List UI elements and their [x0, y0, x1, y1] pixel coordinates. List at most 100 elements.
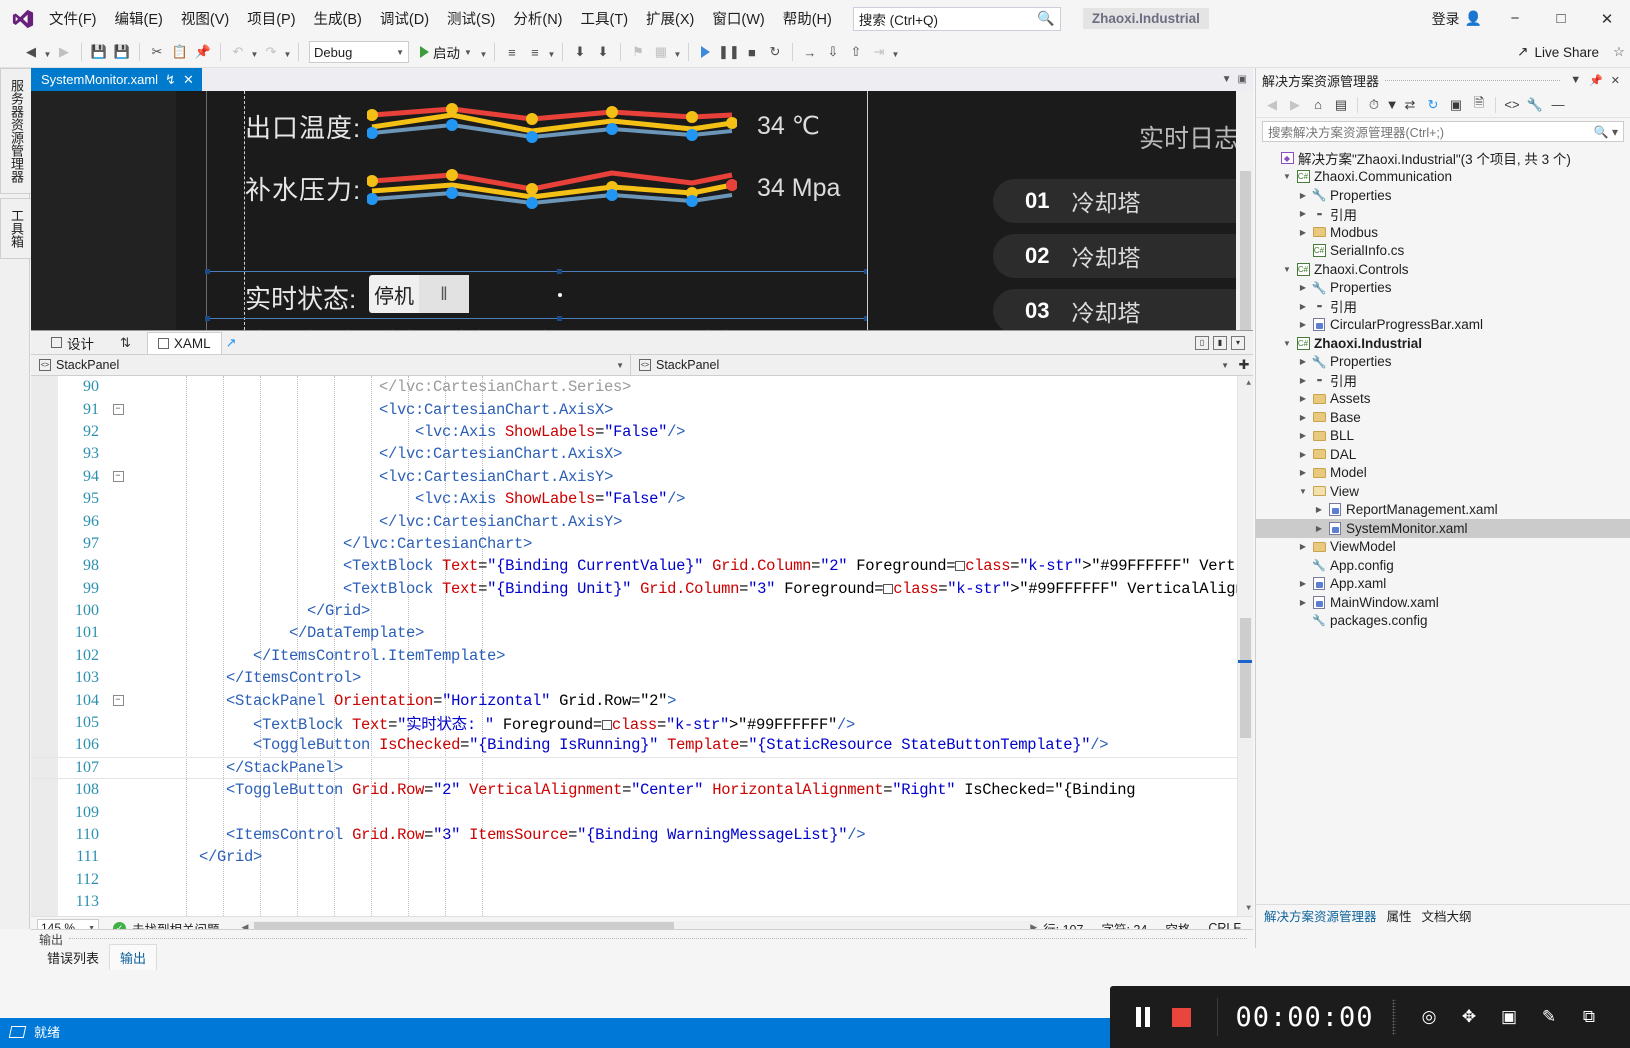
fold-toggle[interactable]: −: [109, 471, 127, 483]
menu-edit[interactable]: 编辑(E): [106, 4, 172, 33]
tree-node[interactable]: ▶ 🔧 Properties: [1256, 186, 1630, 205]
view-code-icon[interactable]: <>: [1502, 95, 1522, 115]
tree-node[interactable]: C# SerialInfo.cs: [1256, 242, 1630, 261]
chevron-down-icon[interactable]: ▼: [1280, 265, 1294, 274]
close-button[interactable]: ✕: [1584, 4, 1630, 34]
comment-dropdown[interactable]: ▼: [547, 40, 556, 64]
close-icon[interactable]: ✕: [1607, 74, 1624, 87]
save-all-icon[interactable]: 💾: [111, 40, 133, 64]
pause-icon[interactable]: ❚❚: [718, 40, 740, 64]
recorder-grip-icon[interactable]: [1391, 999, 1396, 1035]
chevron-down-icon[interactable]: ▼: [616, 361, 630, 370]
tree-node[interactable]: ▶ DAL: [1256, 445, 1630, 464]
navigate-forward-icon[interactable]: ▶: [53, 40, 75, 64]
solution-tree[interactable]: ◆ 解决方案"Zhaoxi.Industrial"(3 个项目, 共 3 个) ▼ C…: [1256, 145, 1630, 630]
selection-handle[interactable]: [205, 269, 210, 274]
code-line[interactable]: 108 <ToggleButton Grid.Row="2" VerticalAl…: [31, 779, 1253, 801]
code-line[interactable]: 103 </ItemsControl>: [31, 667, 1253, 689]
chevron-right-icon[interactable]: ▶: [1296, 394, 1310, 403]
tab-list-dropdown-icon[interactable]: ▼: [1222, 74, 1232, 85]
indent-icon[interactable]: ≡: [501, 40, 523, 64]
step-over-debug-icon[interactable]: ⇥: [868, 40, 890, 64]
code-line[interactable]: 102 </ItemsControl.ItemTemplate>: [31, 645, 1253, 667]
step-into-icon[interactable]: ⬇: [569, 40, 591, 64]
minimize-button[interactable]: −: [1492, 4, 1538, 34]
chevron-right-icon[interactable]: ▶: [1296, 357, 1310, 366]
chevron-right-icon[interactable]: ▶: [1296, 191, 1310, 200]
code-line[interactable]: 94− <lvc:CartesianChart.AxisY>: [31, 466, 1253, 488]
tab-solution-explorer[interactable]: 解决方案资源管理器: [1264, 906, 1377, 925]
tree-node[interactable]: ▶ ReportManagement.xaml: [1256, 501, 1630, 520]
selection-handle[interactable]: [557, 269, 562, 274]
close-icon[interactable]: ✕: [183, 72, 194, 88]
tab-error-list[interactable]: 错误列表: [37, 945, 109, 970]
show-all-files-icon[interactable]: —: [1548, 95, 1568, 115]
code-line[interactable]: 91− <lvc:CartesianChart.AxisX>: [31, 398, 1253, 420]
tree-node[interactable]: ▶ Assets: [1256, 390, 1630, 409]
split-editor-icon[interactable]: ✚: [1235, 357, 1253, 373]
debug-overflow[interactable]: ▼: [891, 40, 900, 64]
chevron-right-icon[interactable]: ▶: [1296, 302, 1310, 311]
document-tab-systemmonitor[interactable]: SystemMonitor.xaml ↯ ✕: [31, 68, 202, 91]
code-line[interactable]: 93 </lvc:CartesianChart.AxisX>: [31, 443, 1253, 465]
redo-icon[interactable]: ↷: [260, 40, 282, 64]
pen-icon[interactable]: ✎: [1534, 1007, 1564, 1027]
paste-icon[interactable]: 📌: [192, 40, 214, 64]
code-line[interactable]: 100 </Grid>: [31, 600, 1253, 622]
code-line[interactable]: 99 <TextBlock Text="{Binding Unit}" Grid.…: [31, 578, 1253, 600]
code-line[interactable]: 106 <ToggleButton IsChecked="{Binding IsR…: [31, 734, 1253, 756]
tree-node[interactable]: ▶ ▪▪ 引用: [1256, 297, 1630, 316]
tree-node[interactable]: ▶ Model: [1256, 464, 1630, 483]
pin-icon[interactable]: 📌: [1585, 74, 1607, 87]
back-icon[interactable]: ◀: [1262, 95, 1282, 115]
menu-project[interactable]: 项目(P): [238, 4, 304, 33]
breadcrumb-item-left[interactable]: <> StackPanel: [31, 358, 119, 372]
pop-out-icon[interactable]: ↗: [222, 335, 237, 351]
tab-properties[interactable]: 属性: [1387, 906, 1412, 925]
step-over-icon[interactable]: ⬇: [592, 40, 614, 64]
camera-icon[interactable]: ▣: [1494, 1007, 1524, 1027]
code-line[interactable]: 98 <TextBlock Text="{Binding CurrentValue…: [31, 555, 1253, 577]
main-menu[interactable]: 文件(F) 编辑(E) 视图(V) 项目(P) 生成(B) 调试(D) 测试(S…: [40, 0, 841, 37]
cut-icon[interactable]: ✂: [146, 40, 168, 64]
tree-node-selected[interactable]: ▶ SystemMonitor.xaml: [1256, 519, 1630, 538]
quick-search-input[interactable]: 搜索 (Ctrl+Q) 🔍: [852, 6, 1061, 31]
tab-close-group-icon[interactable]: ▣: [1238, 74, 1247, 85]
chevron-right-icon[interactable]: ▶: [1296, 542, 1310, 551]
code-line[interactable]: 112: [31, 869, 1253, 891]
xaml-designer-preview[interactable]: 出口温度: 34 ℃ 补水压力: 34 Mpa 实时状态: 停机 ‖ 实时日志 …: [31, 91, 1253, 331]
designer-vertical-scrollbar[interactable]: [1236, 91, 1253, 330]
code-line[interactable]: 113: [31, 891, 1253, 913]
tree-node[interactable]: ▼ View: [1256, 482, 1630, 501]
tree-node[interactable]: ▼ C# Zhaoxi.Communication: [1256, 168, 1630, 187]
chevron-right-icon[interactable]: ▶: [1296, 320, 1310, 329]
run-state-toggle-button[interactable]: 停机 ‖: [369, 275, 469, 313]
tree-node[interactable]: ▶ ▪▪ 引用: [1256, 371, 1630, 390]
chevron-right-icon[interactable]: ▶: [1296, 598, 1310, 607]
chevron-down-icon[interactable]: ▼: [1280, 339, 1294, 348]
fold-toggle[interactable]: −: [109, 404, 127, 416]
collapse-pane-icon[interactable]: ▾: [1231, 335, 1245, 350]
chevron-right-icon[interactable]: ▶: [1296, 450, 1310, 459]
navigate-backward-icon[interactable]: ◀: [20, 40, 42, 64]
menu-tools[interactable]: 工具(T): [572, 4, 638, 33]
tree-node[interactable]: ▶ Base: [1256, 408, 1630, 427]
scroll-down-arrow-icon[interactable]: ▼: [1246, 904, 1251, 913]
menu-view[interactable]: 视图(V): [172, 4, 238, 33]
tree-node[interactable]: ▼ C# Zhaoxi.Controls: [1256, 260, 1630, 279]
chevron-right-icon[interactable]: ▶: [1296, 209, 1310, 218]
menu-debug[interactable]: 调试(D): [371, 4, 438, 33]
code-line[interactable]: 104− <StackPanel Orientation="Horizontal"…: [31, 689, 1253, 711]
chevron-down-icon[interactable]: ▼: [1296, 487, 1310, 496]
forward-icon[interactable]: ▶: [1285, 95, 1305, 115]
menu-file[interactable]: 文件(F): [40, 4, 106, 33]
save-icon[interactable]: 💾: [88, 40, 110, 64]
sync-with-active-document-icon[interactable]: ⇄: [1400, 95, 1420, 115]
fold-toggle[interactable]: −: [109, 695, 127, 707]
chevron-down-icon[interactable]: ▼: [1221, 361, 1235, 370]
grid-icon[interactable]: ▦: [650, 40, 672, 64]
sign-in-button[interactable]: 登录 👤: [1422, 6, 1492, 32]
split-vertical-icon[interactable]: ▯: [1195, 335, 1209, 350]
chevron-right-icon[interactable]: ▶: [1296, 579, 1310, 588]
chevron-right-icon[interactable]: ▶: [1312, 505, 1326, 514]
